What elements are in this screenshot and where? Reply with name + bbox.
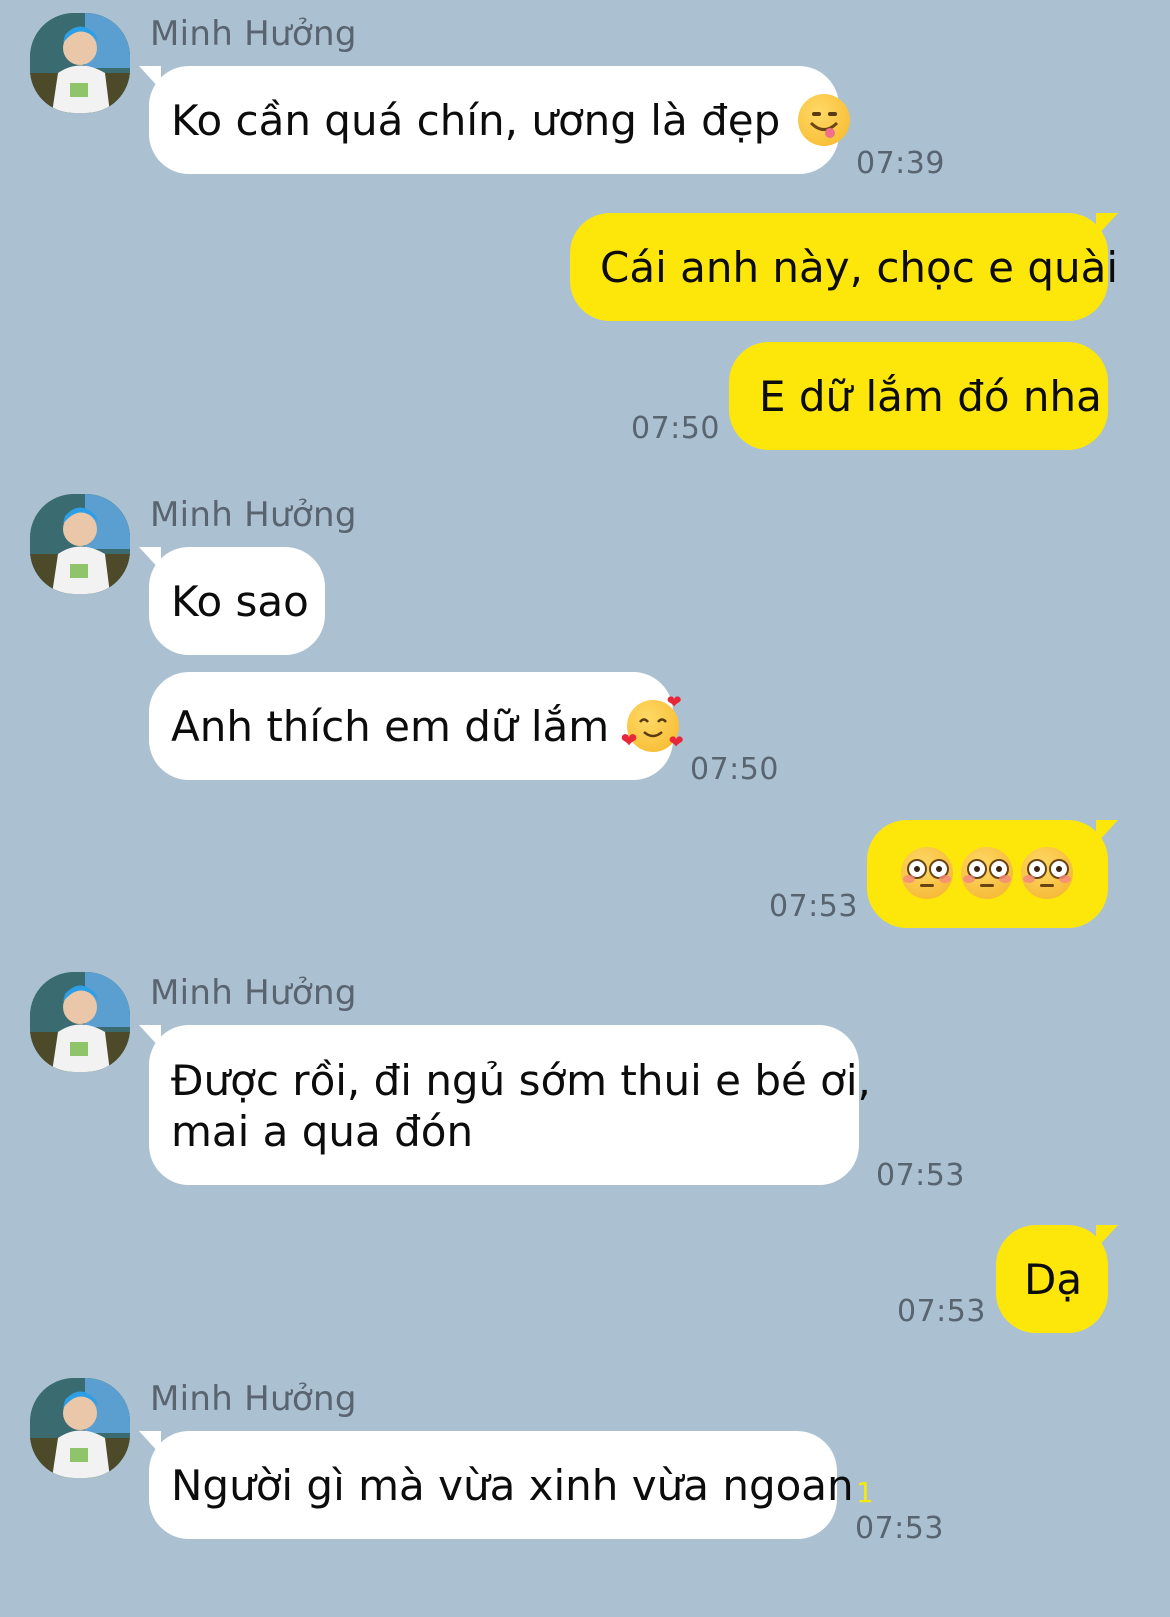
- flushed-face-emoji-icon: [1021, 847, 1073, 899]
- message-bubble-incoming[interactable]: Ko sao: [139, 547, 325, 655]
- flushed-face-emoji-icon: [901, 847, 953, 899]
- message-bubble-outgoing[interactable]: [867, 820, 1118, 928]
- message-time: 07:53: [769, 889, 858, 924]
- sender-name: Minh Hưởng: [150, 973, 357, 1013]
- sender-name: Minh Hưởng: [150, 14, 357, 54]
- message-text: Dạ: [1024, 1255, 1083, 1304]
- message-bubble-outgoing[interactable]: Cái anh này, chọc e quài: [570, 213, 1118, 321]
- message-text-line: mai a qua đón: [171, 1107, 474, 1156]
- message-text: Ko cần quá chín, ương là đẹp: [171, 96, 781, 145]
- message-text: Người gì mà vừa xinh vừa ngoan: [171, 1461, 854, 1510]
- message-bubble-incoming[interactable]: Được rồi, đi ngủ sớm thui e bé ơi, mai a…: [139, 1025, 871, 1185]
- sender-name: Minh Hưởng: [150, 495, 357, 535]
- message-text: Cái anh này, chọc e quài: [600, 243, 1119, 292]
- message-time: 07:53: [876, 1158, 965, 1193]
- yum-face-emoji-icon: [797, 93, 850, 146]
- message-time: 07:50: [631, 411, 720, 446]
- avatar-photo-icon: [30, 1378, 130, 1478]
- smiling-hearts-emoji-icon: ❤ ❤ ❤: [620, 691, 684, 753]
- message-bubble-incoming[interactable]: Ko cần quá chín, ương là đẹp: [139, 66, 850, 174]
- avatar-photo-icon: [30, 494, 130, 594]
- unread-count: 1: [856, 1476, 874, 1509]
- avatar-photo-icon: [30, 972, 130, 1072]
- message-text: Anh thích em dữ lắm: [171, 702, 610, 751]
- message-time: 07:39: [856, 146, 945, 181]
- message-text: Ko sao: [171, 577, 309, 626]
- message-time: 07:53: [855, 1511, 944, 1546]
- sender-name: Minh Hưởng: [150, 1379, 357, 1419]
- message-time: 07:50: [690, 752, 779, 787]
- message-text: E dữ lắm đó nha: [759, 372, 1102, 421]
- contact-avatar[interactable]: [30, 13, 130, 113]
- contact-avatar[interactable]: [30, 972, 130, 1072]
- contact-avatar[interactable]: [30, 1378, 130, 1478]
- contact-avatar[interactable]: [30, 494, 130, 594]
- flushed-face-emoji-icon: [961, 847, 1013, 899]
- message-bubble-outgoing[interactable]: E dữ lắm đó nha: [729, 342, 1108, 450]
- message-bubble-incoming[interactable]: Người gì mà vừa xinh vừa ngoan: [139, 1431, 854, 1539]
- message-bubble-incoming[interactable]: Anh thích em dữ lắm ❤ ❤ ❤: [149, 672, 684, 780]
- message-text-line: Được rồi, đi ngủ sớm thui e bé ơi,: [171, 1056, 871, 1105]
- message-time: 07:53: [897, 1294, 986, 1329]
- message-bubble-outgoing[interactable]: Dạ: [996, 1225, 1118, 1333]
- avatar-photo-icon: [30, 13, 130, 113]
